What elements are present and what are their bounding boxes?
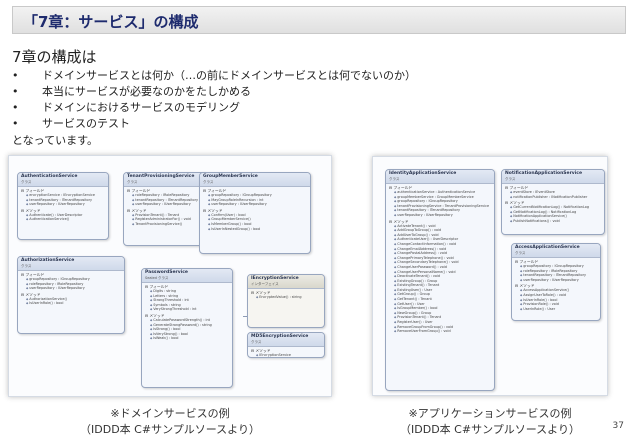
bullet-text: ドメインにおけるサービスのモデリング xyxy=(42,101,240,114)
class-member: RemoveUserFromGroup() : void xyxy=(386,329,494,334)
class-header: IEncryptionService インターフェイス xyxy=(248,275,324,289)
left-caption-line2: （IDDD本 C#サンプルソースより） xyxy=(80,423,260,436)
right-caption-line2: （IDDD本 C#サンプルソースより） xyxy=(400,423,580,436)
bullet-text: 本当にサービスが必要なのかをたしかめる xyxy=(42,85,251,98)
class-header: TenantProvisioningService クラス xyxy=(124,173,206,187)
bullet-marker: • xyxy=(12,117,19,130)
left-caption-line1: ※ドメインサービスの例 xyxy=(110,407,230,420)
class-box-notification-application-service: NotificationApplicationService クラス ⊟ フィールド… xyxy=(501,169,605,235)
bullet-text: ドメインサービスとは何か（…の前にドメインサービスとは何でないのか） xyxy=(42,69,416,82)
bullet-list: • ドメインサービスとは何か（…の前にドメインサービスとは何でないのか） • 本当に… xyxy=(12,68,416,132)
class-kind: クラス xyxy=(127,180,138,184)
class-header: AuthenticationService クラス xyxy=(18,173,108,187)
class-member: UserInRole() : User xyxy=(512,307,600,312)
class-header: NotificationApplicationService クラス xyxy=(502,170,604,184)
class-box-group-member-service: GroupMemberServiceクラス⊟ フィールドgroupReposit… xyxy=(199,172,311,254)
class-kind: クラス xyxy=(515,251,526,255)
bullet-marker: • xyxy=(12,69,19,82)
class-box-tenant-provisioning-service: TenantProvisioningServiceクラス⊟ フィールドroleR… xyxy=(123,172,207,246)
right-caption: ※アプリケーションサービスの例 （IDDD本 C#サンプルソースより） xyxy=(372,405,608,437)
class-kind: クラス xyxy=(21,264,32,268)
right-caption-line1: ※アプリケーションサービスの例 xyxy=(408,407,572,420)
application-service-diagram: IdentityApplicationServiceクラス⊟ フィールドauth… xyxy=(372,156,608,396)
class-kind: クラス xyxy=(505,177,516,181)
class-member: EncryptedValue() : string xyxy=(248,295,324,300)
class-kind: クラス xyxy=(21,180,32,184)
class-member: encryptionService : IEncryptionService xyxy=(18,193,108,198)
class-kind: クラス xyxy=(203,180,214,184)
bullet-marker: • xyxy=(12,101,19,114)
bullet-item: • 本当にサービスが必要なのかをたしかめる xyxy=(12,84,416,100)
class-header: PasswordService Sealed クラス xyxy=(142,269,232,283)
class-header: IdentityApplicationService クラス xyxy=(386,170,494,184)
bullet-item: • サービスのテスト xyxy=(12,116,416,132)
slide-title-bar: 「7章：サービス」の構成 xyxy=(12,6,626,34)
class-box-authentication-service: AuthenticationServiceクラス⊟ フィールドencryptio… xyxy=(17,172,109,240)
bullet-text: サービスのテスト xyxy=(42,117,130,130)
domain-service-diagram: AuthenticationServiceクラス⊟ フィールドencryptio… xyxy=(8,155,332,397)
closing-text: となっています。 xyxy=(12,134,99,147)
bullet-item: • ドメインにおけるサービスのモデリング xyxy=(12,100,416,116)
class-box-password-service: PasswordServiceSealed クラス⊟ フィールドDigits :… xyxy=(141,268,233,388)
bullet-item: • ドメインサービスとは何か（…の前にドメインサービスとは何でないのか） xyxy=(12,68,416,84)
bullet-marker: • xyxy=(12,85,19,98)
slide-title: 「7章：サービス」の構成 xyxy=(23,13,199,31)
class-box-identity-application-service: IdentityApplicationServiceクラス⊟ フィールドauth… xyxy=(385,169,495,391)
class-kind: クラス xyxy=(251,340,262,344)
class-kind: Sealed クラス xyxy=(145,276,169,280)
class-header: GroupMemberService クラス xyxy=(200,173,310,187)
intro-text: 7章の構成は xyxy=(12,48,97,66)
class-box-iencryption-service: IEncryptionServiceインターフェイス⊟ メソッドEncrypte… xyxy=(247,274,325,328)
class-member: AuthenticationService() xyxy=(18,217,108,222)
page-number: 37 xyxy=(612,421,624,431)
class-member: TenantProvisioningService() xyxy=(124,222,206,227)
class-member: IsWeak() : bool xyxy=(142,336,232,341)
class-kind: インターフェイス xyxy=(251,282,279,286)
class-member: IsUserInNestedGroup() : bool xyxy=(200,227,310,232)
class-kind: クラス xyxy=(389,177,400,181)
class-member: IEncryptionService xyxy=(248,353,324,357)
class-box-md5-encryption-service: MD5EncryptionServiceクラス⊟ メソッドIEncryption… xyxy=(247,332,325,358)
left-caption: ※ドメインサービスの例 （IDDD本 C#サンプルソースより） xyxy=(8,405,332,437)
class-member: PublishNotifications() : void xyxy=(502,219,604,224)
class-header: AccessApplicationService クラス xyxy=(512,244,600,258)
class-name: TenantProvisioningService xyxy=(127,174,195,179)
class-box-access-application-service: AccessApplicationServiceクラス⊟ フィールドgroupR… xyxy=(511,243,601,321)
class-member: IsUserInRole() : bool xyxy=(18,301,124,306)
class-header: AuthorizationService クラス xyxy=(18,257,124,271)
class-box-authorization-service: AuthorizationServiceクラス⊟ フィールドgroupRepos… xyxy=(17,256,125,334)
class-header: MD5EncryptionService クラス xyxy=(248,333,324,347)
